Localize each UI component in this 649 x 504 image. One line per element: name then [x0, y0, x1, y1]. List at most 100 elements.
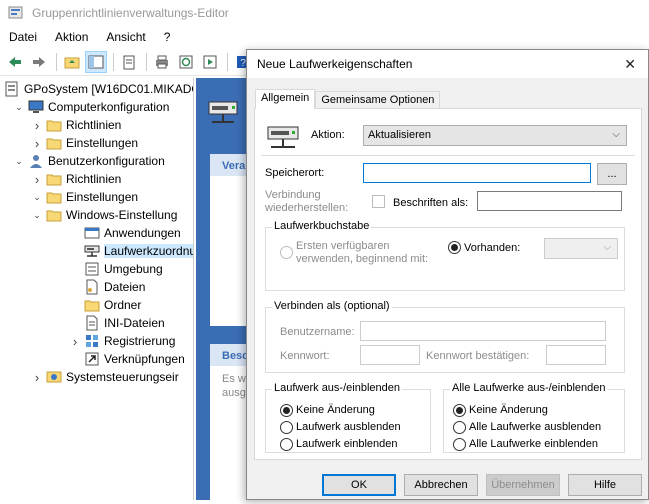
registry-icon: [84, 333, 100, 349]
reconnect-checkbox[interactable]: [372, 195, 385, 208]
folder-icon: [46, 117, 62, 133]
menu-ansicht[interactable]: Ansicht: [97, 30, 154, 44]
printer-icon: [156, 55, 168, 68]
confirm-password-input[interactable]: [546, 345, 606, 365]
forward-button[interactable]: [28, 51, 50, 73]
chevron-right-icon[interactable]: ›: [32, 172, 42, 187]
hide-all-hide-radio[interactable]: [453, 421, 466, 434]
tree-item[interactable]: › Richtlinien: [32, 116, 122, 134]
dialog-tabs: Allgemein Gemeinsame Optionen: [255, 89, 441, 109]
ok-button[interactable]: OK: [322, 474, 396, 496]
tree-item[interactable]: › Einstellungen: [32, 134, 138, 152]
tree-item[interactable]: Laufwerkzuordnu: [70, 242, 193, 260]
tree-item-label: Ordner: [104, 298, 142, 312]
tree-item-label: GPoSystem [W16DC01.MIKADO: [24, 82, 194, 96]
show-hide-tree-button[interactable]: [85, 50, 107, 73]
tree-item-label: Computerkonfiguration: [48, 100, 170, 114]
description-text-line: ausg: [222, 387, 246, 399]
hide-all-no-change-radio[interactable]: [453, 404, 466, 417]
tree-item[interactable]: › Systemsteuerungseir: [32, 368, 179, 386]
close-icon[interactable]: ✕: [624, 56, 636, 73]
location-label: Speicherort:: [265, 167, 325, 179]
folder-icon: [84, 297, 100, 313]
drive-letter-group: Laufwerkbuchstabe Ersten verfügbaren ver…: [265, 220, 625, 291]
export-button[interactable]: [199, 51, 221, 73]
tree-item[interactable]: INI-Dateien: [70, 314, 165, 332]
up-folder-button[interactable]: [61, 51, 83, 73]
actions-panel: Vera: [210, 154, 250, 326]
tab-gemeinsame-optionen[interactable]: Gemeinsame Optionen: [315, 91, 441, 109]
hide-drive-show-radio[interactable]: [280, 438, 293, 451]
password-input[interactable]: [360, 345, 420, 365]
print-button[interactable]: [151, 51, 173, 73]
existing-radio[interactable]: [448, 241, 461, 254]
tree-item-label: Verknüpfungen: [104, 352, 185, 366]
toolbar-separator: [113, 52, 114, 71]
refresh-button[interactable]: [175, 51, 197, 73]
tree-item[interactable]: ⌄ Computerkonfiguration: [14, 98, 169, 116]
browse-button[interactable]: ...: [597, 163, 627, 185]
tree-item[interactable]: ⌄ Benutzerkonfiguration: [14, 152, 165, 170]
existing-drive-select[interactable]: ⌵: [544, 238, 618, 259]
location-input[interactable]: [363, 163, 591, 183]
hide-all-show-radio[interactable]: [453, 438, 466, 451]
hide-drive-hide-radio[interactable]: [280, 421, 293, 434]
tree-item-label: Windows-Einstellung: [66, 208, 178, 222]
cancel-button[interactable]: Abbrechen: [404, 474, 478, 496]
tree-item[interactable]: Dateien: [70, 278, 145, 296]
tree-item[interactable]: ⌄ Einstellungen: [32, 188, 138, 206]
chevron-down-icon[interactable]: ⌄: [14, 102, 24, 112]
refresh-icon: [179, 55, 193, 68]
chevron-right-icon[interactable]: ›: [32, 136, 42, 151]
help-dialog-button[interactable]: Hilfe: [568, 474, 642, 496]
menu-aktion[interactable]: Aktion: [46, 30, 97, 44]
chevron-down-icon[interactable]: ⌄: [32, 192, 42, 202]
tree-item[interactable]: › Richtlinien: [32, 170, 122, 188]
tab-allgemein[interactable]: Allgemein: [255, 89, 316, 109]
username-label: Benutzername:: [280, 326, 355, 338]
back-button[interactable]: [4, 51, 26, 73]
hide-drive-group: Laufwerk aus-/einblenden Keine Änderung …: [265, 382, 431, 453]
label-as-input[interactable]: [477, 191, 622, 211]
tree-item[interactable]: Verknüpfungen: [70, 350, 185, 368]
existing-label: Vorhanden:: [464, 242, 521, 254]
tree-item[interactable]: Anwendungen: [70, 224, 181, 242]
tree-item-label: Benutzerkonfiguration: [48, 154, 165, 168]
first-available-radio[interactable]: [280, 246, 293, 259]
hide-all-show-label: Alle Laufwerke einblenden: [469, 438, 599, 450]
tree-item[interactable]: GPoSystem [W16DC01.MIKADO: [4, 80, 194, 98]
console-tree[interactable]: GPoSystem [W16DC01.MIKADO ⌄ Computerkonfig…: [0, 78, 194, 500]
menu-help[interactable]: ?: [155, 30, 180, 44]
tree-item-label: Registrierung: [104, 334, 176, 348]
first-available-label: verwenden, beginnend mit:: [296, 253, 429, 265]
label-as-label: Beschriften als:: [393, 197, 469, 209]
tree-item-label: Einstellungen: [66, 136, 139, 150]
action-select[interactable]: Aktualisieren ⌵: [363, 125, 627, 146]
toolbar-separator: [56, 52, 57, 71]
menu-datei[interactable]: Datei: [0, 30, 46, 44]
apply-button[interactable]: Übernehmen: [486, 474, 560, 496]
folder-icon: [46, 171, 62, 187]
properties-button[interactable]: [118, 51, 140, 73]
hide-all-drives-group: Alle Laufwerke aus-/einblenden Keine Änd…: [443, 382, 625, 453]
username-input[interactable]: [360, 321, 606, 341]
hide-drive-hide-label: Laufwerk ausblenden: [296, 421, 401, 433]
action-select-value: Aktualisieren: [368, 129, 431, 141]
chevron-right-icon[interactable]: ›: [70, 334, 80, 349]
chevron-down-icon[interactable]: ⌄: [14, 156, 24, 166]
tree-item[interactable]: › Registrierung: [70, 332, 176, 350]
hide-drive-no-change-radio[interactable]: [280, 404, 293, 417]
chevron-right-icon[interactable]: ›: [32, 370, 42, 385]
chevron-down-icon: ⌵: [612, 129, 620, 140]
chevron-right-icon[interactable]: ›: [32, 118, 42, 133]
tree-item[interactable]: Umgebung: [70, 260, 163, 278]
tree-item-label: INI-Dateien: [104, 316, 165, 330]
chevron-down-icon[interactable]: ⌄: [32, 210, 42, 220]
tree-item[interactable]: Ordner: [70, 296, 141, 314]
drive-map-icon: [84, 243, 100, 259]
tree-item-label: Einstellungen: [66, 190, 139, 204]
tree-item[interactable]: ⌄ Windows-Einstellung: [32, 206, 177, 224]
